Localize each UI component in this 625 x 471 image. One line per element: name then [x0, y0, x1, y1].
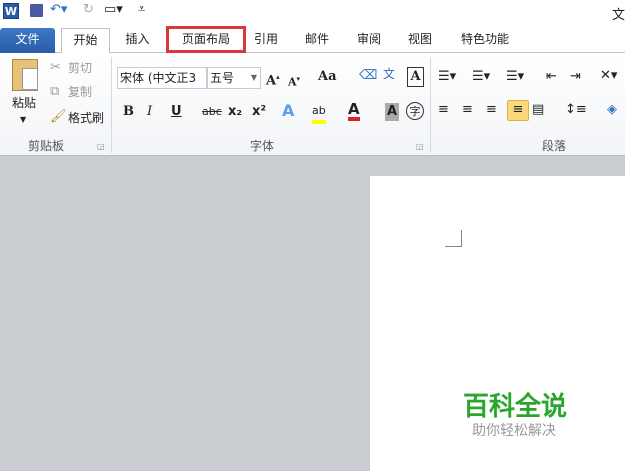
undo-icon[interactable]: ↶▾ — [50, 1, 67, 19]
shrink-font-icon[interactable]: A▾ — [288, 70, 300, 92]
strikethrough-button[interactable]: abc — [202, 103, 222, 121]
word-icon[interactable]: W — [3, 3, 19, 19]
document-page[interactable]: 百科全说 助你轻松解决 — [370, 176, 625, 471]
divider — [111, 57, 112, 153]
window-title: 文 — [612, 8, 625, 23]
bold-button[interactable]: B — [123, 103, 134, 121]
save-icon[interactable] — [30, 4, 43, 17]
tab-special-features[interactable]: 特色功能 — [452, 28, 518, 53]
character-border-icon[interactable]: A — [407, 67, 424, 87]
decrease-indent-icon[interactable]: ⇤ — [546, 68, 557, 86]
cut-icon[interactable]: ✂ — [50, 59, 61, 77]
chinese-layout-icon[interactable]: ✕▾ — [600, 67, 617, 85]
font-size-value: 五号 — [210, 71, 235, 85]
font-color-icon[interactable]: A — [348, 101, 360, 121]
clear-format-icon[interactable]: ⌫ — [359, 67, 377, 85]
divider — [430, 57, 431, 153]
format-painter-button[interactable]: 格式刷 — [68, 109, 104, 127]
paragraph-group-label: 段落 — [542, 139, 567, 153]
watermark-subtitle: 助你轻松解决 — [472, 423, 556, 439]
ribbon-tabs: 文件 开始 插入 页面布局 引用 邮件 审阅 视图 特色功能 — [0, 26, 625, 54]
watermark-title: 百科全说 — [463, 392, 568, 422]
enclose-characters-icon[interactable]: 字 — [406, 102, 424, 120]
shading-icon[interactable]: ◈ — [607, 101, 617, 119]
tab-mailings[interactable]: 邮件 — [297, 28, 337, 53]
font-group-label: 字体 — [250, 139, 275, 153]
ribbon: 粘贴 ▼ ✂ 剪切 ⧉ 复制 🖌 格式刷 剪贴板 ◲ 宋体 (中文正3 五号 ▼ … — [0, 53, 625, 156]
tab-review[interactable]: 审阅 — [349, 28, 389, 53]
font-size-select[interactable]: 五号 ▼ — [207, 67, 261, 89]
paste-dropdown-icon[interactable]: ▼ — [20, 111, 26, 129]
redo-icon[interactable]: ↻ — [83, 1, 94, 19]
italic-button[interactable]: I — [147, 103, 152, 121]
grow-font-icon[interactable]: A▴ — [266, 68, 280, 90]
distributed-icon[interactable]: ▤ — [532, 101, 544, 119]
tab-view[interactable]: 视图 — [400, 28, 440, 53]
superscript-button[interactable]: x² — [252, 103, 266, 121]
paste-icon[interactable] — [12, 59, 38, 91]
format-painter-icon[interactable]: 🖌 — [50, 108, 67, 126]
align-right-icon[interactable]: ≡ — [486, 101, 497, 119]
copy-button[interactable]: 复制 — [68, 83, 92, 101]
dialog-launcher-icon[interactable]: ◲ — [416, 138, 424, 156]
underline-button[interactable]: U — [171, 103, 182, 121]
cut-button[interactable]: 剪切 — [68, 59, 92, 77]
copy-icon[interactable]: ⧉ — [50, 83, 59, 101]
paste-button[interactable]: 粘贴 — [12, 94, 36, 112]
character-shading-icon[interactable]: A — [385, 103, 399, 121]
numbering-icon[interactable]: ☰▾ — [472, 68, 490, 86]
tab-insert[interactable]: 插入 — [115, 28, 160, 53]
tab-home[interactable]: 开始 — [61, 28, 110, 54]
customize-icon[interactable]: ⩡ — [138, 1, 145, 19]
align-left-icon[interactable]: ≡ — [438, 101, 449, 119]
line-spacing-icon[interactable]: ↕≡ — [565, 101, 587, 119]
tab-file[interactable]: 文件 — [0, 28, 55, 53]
clipboard-group-label: 剪贴板 — [28, 139, 65, 153]
dialog-launcher-icon[interactable]: ◲ — [97, 138, 105, 156]
font-name-select[interactable]: 宋体 (中文正3 — [117, 67, 207, 89]
phonetic-guide-icon[interactable]: 文 — [383, 65, 395, 83]
print-preview-icon[interactable]: ▭▾ — [104, 1, 123, 19]
tab-references[interactable]: 引用 — [247, 28, 285, 53]
align-center-icon[interactable]: ≡ — [462, 101, 473, 119]
text-effects-icon[interactable]: A — [282, 102, 294, 120]
font-name-value: 宋体 (中文正3 — [120, 71, 197, 85]
justify-icon[interactable]: ≡ — [507, 100, 529, 121]
tab-page-layout[interactable]: 页面布局 — [166, 26, 246, 53]
highlight-icon[interactable]: ab — [312, 102, 326, 124]
increase-indent-icon[interactable]: ⇥ — [570, 68, 581, 86]
subscript-button[interactable]: x₂ — [228, 103, 242, 121]
multilevel-list-icon[interactable]: ☰▾ — [506, 68, 524, 86]
bullets-icon[interactable]: ☰▾ — [438, 68, 456, 86]
text-boundary-corner — [445, 230, 462, 247]
change-case-button[interactable]: Aa — [318, 68, 337, 86]
title-bar: W ↶▾ ↻ ▭▾ ⩡ 文 — [0, 0, 625, 26]
